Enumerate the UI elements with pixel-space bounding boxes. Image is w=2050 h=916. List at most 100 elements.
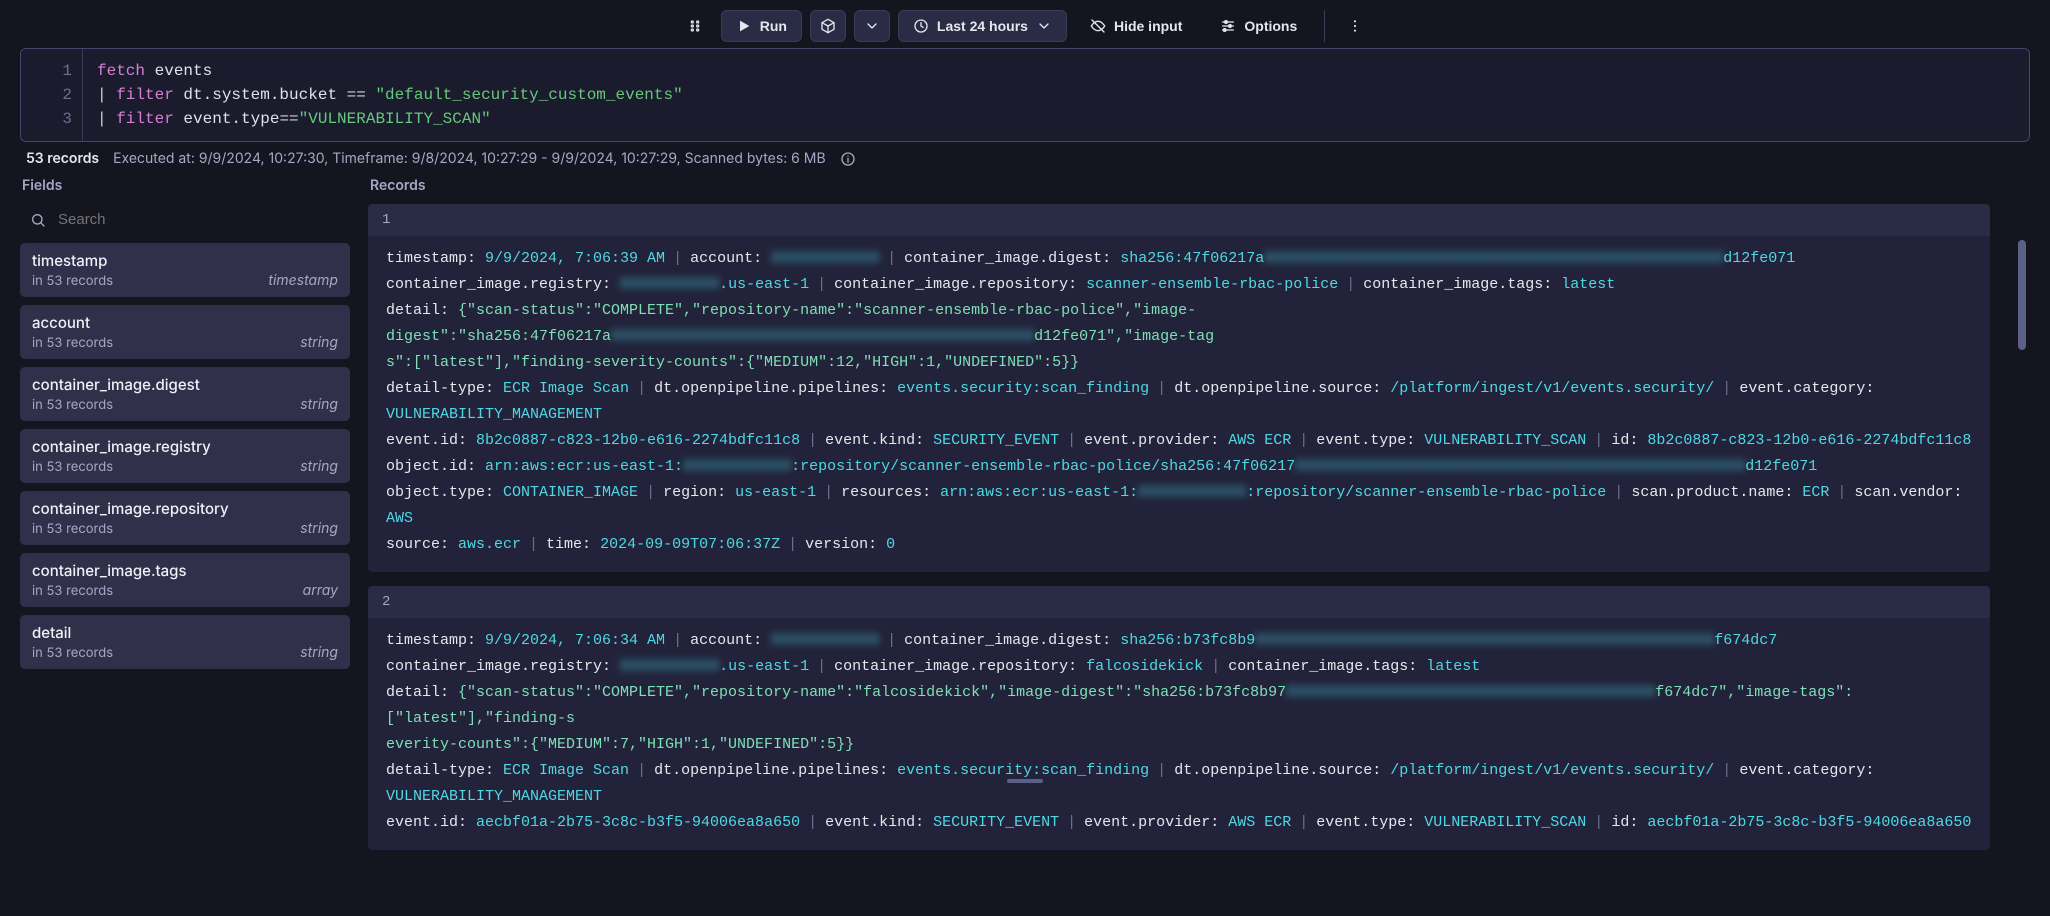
hide-input-button[interactable]: Hide input bbox=[1075, 10, 1197, 42]
field-type: string bbox=[300, 334, 338, 351]
chevron-down-icon bbox=[1036, 18, 1052, 34]
code-area[interactable]: fetch events | filter dt.system.bucket =… bbox=[83, 49, 697, 141]
record-value: falcosidekick bbox=[1086, 658, 1203, 675]
field-card[interactable]: container_image.tagsin 53 recordsarray bbox=[20, 553, 350, 607]
record-value: AWS ECR bbox=[1228, 432, 1291, 449]
field-name: detail bbox=[32, 623, 71, 642]
record-value: VULNERABILITY_SCAN bbox=[1424, 432, 1586, 449]
record-value: scanner-ensemble-rbac-police bbox=[1086, 276, 1338, 293]
record-key: event.id: bbox=[386, 432, 476, 449]
field-sub: in 53 records bbox=[32, 273, 113, 289]
field-type: string bbox=[300, 458, 338, 475]
scrollbar-thumb[interactable] bbox=[2018, 240, 2026, 350]
record-key: container_image.repository: bbox=[834, 276, 1086, 293]
field-sub: in 53 records bbox=[32, 397, 113, 413]
package-dropdown[interactable] bbox=[854, 10, 890, 42]
package-button[interactable] bbox=[810, 10, 846, 42]
record-value: aecbf01a-2b75-3c8c-b3f5-94006ea8a650 bbox=[476, 814, 800, 831]
record-value: latest bbox=[1426, 658, 1480, 675]
record-value: AWS bbox=[386, 510, 413, 527]
field-sub: in 53 records bbox=[32, 645, 113, 661]
timeframe-picker[interactable]: Last 24 hours bbox=[898, 10, 1067, 42]
hide-input-label: Hide input bbox=[1114, 18, 1182, 34]
field-sub: in 53 records bbox=[32, 459, 113, 475]
options-button[interactable]: Options bbox=[1205, 10, 1312, 42]
record-key: container_image.digest: bbox=[904, 632, 1120, 649]
top-toolbar: Run Last 24 hours Hide input Options bbox=[20, 10, 2030, 42]
record-key: event.provider: bbox=[1084, 814, 1228, 831]
record-value: /platform/ingest/v1/events.security/ bbox=[1390, 380, 1714, 397]
records-list: 1timestamp: 9/9/2024, 7:06:39 AM|account… bbox=[368, 204, 1990, 850]
field-card[interactable]: container_image.repositoryin 53 records s… bbox=[20, 491, 350, 545]
field-type: string bbox=[300, 520, 338, 537]
records-panel: Records 1timestamp: 9/9/2024, 7:06:39 AM… bbox=[368, 175, 2030, 864]
field-name: timestamp bbox=[32, 251, 107, 270]
record-key: resources: bbox=[841, 484, 940, 501]
run-button[interactable]: Run bbox=[721, 10, 802, 42]
record-key: dt.openpipeline.source: bbox=[1174, 380, 1390, 397]
record-value: sha256:47f06217a bbox=[1120, 250, 1264, 267]
record-key: event.type: bbox=[1316, 814, 1424, 831]
record-header[interactable]: 1 bbox=[368, 204, 1990, 236]
record-key: event.provider: bbox=[1084, 432, 1228, 449]
record-value: aecbf01a-2b75-3c8c-b3f5-94006ea8a650 bbox=[1647, 814, 1971, 831]
record-key: detail: bbox=[386, 684, 458, 701]
field-name: account bbox=[32, 313, 90, 332]
field-sub: in 53 records bbox=[32, 521, 113, 537]
record-header[interactable]: 2 bbox=[368, 586, 1990, 618]
record-value: 9/9/2024, 7:06:39 AM bbox=[485, 250, 665, 267]
record-value: {"scan-status":"COMPLETE","repository-na… bbox=[458, 684, 1286, 701]
record-value: events.security:scan_finding bbox=[897, 380, 1149, 397]
record-key: dt.openpipeline.pipelines: bbox=[654, 762, 897, 779]
record-value: everity-counts":{"MEDIUM":7,"HIGH":1,"UN… bbox=[386, 736, 854, 753]
clock-icon bbox=[913, 18, 929, 34]
resize-handle[interactable] bbox=[1007, 779, 1043, 783]
record-key: scan.product.name: bbox=[1631, 484, 1802, 501]
drag-handle[interactable] bbox=[677, 10, 713, 42]
record-body[interactable]: timestamp: 9/9/2024, 7:06:39 AM|account:… bbox=[368, 236, 1990, 572]
record-key: event.kind: bbox=[825, 432, 933, 449]
divider bbox=[1324, 10, 1325, 42]
record-key: event.category: bbox=[1739, 380, 1874, 397]
fields-list: timestampin 53 recordstimestampaccountin… bbox=[20, 243, 350, 669]
record-key: scan.vendor: bbox=[1854, 484, 1962, 501]
record-value: SECURITY_EVENT bbox=[933, 814, 1059, 831]
record-body[interactable]: timestamp: 9/9/2024, 7:06:34 AM|account:… bbox=[368, 618, 1990, 850]
search-input[interactable] bbox=[56, 210, 340, 229]
sliders-icon bbox=[1220, 18, 1236, 34]
record-value: sha256:b73fc8b9 bbox=[1120, 632, 1255, 649]
record-value: SECURITY_EVENT bbox=[933, 432, 1059, 449]
record-value: 8b2c0887-c823-12b0-e616-2274bdfc11c8 bbox=[1647, 432, 1971, 449]
fields-search[interactable] bbox=[20, 204, 350, 235]
field-card[interactable]: accountin 53 recordsstring bbox=[20, 305, 350, 359]
record-value: 0 bbox=[886, 536, 895, 553]
record-value: us-east-1 bbox=[735, 484, 816, 501]
record-key: time: bbox=[546, 536, 600, 553]
chevron-down-icon bbox=[864, 18, 880, 34]
record-count: 53 records bbox=[26, 150, 99, 167]
record-key: event.kind: bbox=[825, 814, 933, 831]
record-key: dt.openpipeline.source: bbox=[1174, 762, 1390, 779]
record-key: container_image.digest: bbox=[904, 250, 1120, 267]
field-sub: in 53 records bbox=[32, 583, 113, 599]
field-card[interactable]: timestampin 53 recordstimestamp bbox=[20, 243, 350, 297]
play-icon bbox=[736, 18, 752, 34]
field-type: string bbox=[300, 396, 338, 413]
field-name: container_image.repository bbox=[32, 499, 229, 518]
info-icon[interactable] bbox=[840, 151, 856, 167]
record-key: region: bbox=[663, 484, 735, 501]
more-menu[interactable] bbox=[1337, 10, 1373, 42]
record-key: detail-type: bbox=[386, 762, 503, 779]
field-card[interactable]: container_image.digestin 53 recordsstrin… bbox=[20, 367, 350, 421]
field-card[interactable]: detailin 53 recordsstring bbox=[20, 615, 350, 669]
field-card[interactable]: container_image.registryin 53 recordsstr… bbox=[20, 429, 350, 483]
query-editor[interactable]: 1 2 3 fetch events | filter dt.system.bu… bbox=[20, 48, 2030, 142]
record-key: object.id: bbox=[386, 458, 485, 475]
record-value: 9/9/2024, 7:06:34 AM bbox=[485, 632, 665, 649]
eye-off-icon bbox=[1090, 18, 1106, 34]
record-value: 2024-09-09T07:06:37Z bbox=[600, 536, 780, 553]
record-key: container_image.repository: bbox=[834, 658, 1086, 675]
record-key: timestamp: bbox=[386, 632, 485, 649]
record-value: CONTAINER_IMAGE bbox=[503, 484, 638, 501]
status-bar: 53 records Executed at: 9/9/2024, 10:27:… bbox=[20, 142, 2030, 175]
